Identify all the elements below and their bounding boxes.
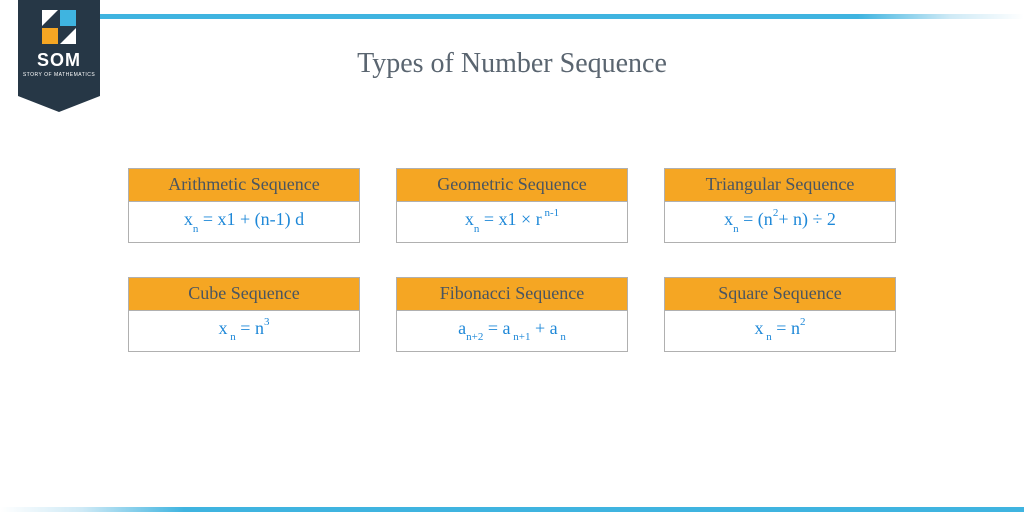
- card-arithmetic: Arithmetic Sequence xn = x1 + (n-1) d: [128, 168, 360, 243]
- card-geometric: Geometric Sequence xn = x1 × r n-1: [396, 168, 628, 243]
- card-title: Cube Sequence: [129, 278, 359, 311]
- sequence-grid: Arithmetic Sequence xn = x1 + (n-1) d Ge…: [128, 168, 896, 352]
- card-title: Square Sequence: [665, 278, 895, 311]
- card-formula: an+2 = a n+1 + a n: [397, 311, 627, 351]
- logo-mark-icon: [42, 10, 76, 44]
- card-square: Square Sequence x n = n2: [664, 277, 896, 352]
- card-title: Geometric Sequence: [397, 169, 627, 202]
- card-formula: x n = n3: [129, 311, 359, 351]
- card-title: Triangular Sequence: [665, 169, 895, 202]
- card-cube: Cube Sequence x n = n3: [128, 277, 360, 352]
- card-formula: xn = (n2+ n) ÷ 2: [665, 202, 895, 242]
- card-title: Arithmetic Sequence: [129, 169, 359, 202]
- card-formula: x n = n2: [665, 311, 895, 351]
- card-title: Fibonacci Sequence: [397, 278, 627, 311]
- page-title: Types of Number Sequence: [0, 48, 1024, 80]
- bottom-accent-bar: [0, 507, 1024, 512]
- card-fibonacci: Fibonacci Sequence an+2 = a n+1 + a n: [396, 277, 628, 352]
- top-accent-bar: [100, 14, 1024, 19]
- card-formula: xn = x1 + (n-1) d: [129, 202, 359, 242]
- card-formula: xn = x1 × r n-1: [397, 202, 627, 242]
- card-triangular: Triangular Sequence xn = (n2+ n) ÷ 2: [664, 168, 896, 243]
